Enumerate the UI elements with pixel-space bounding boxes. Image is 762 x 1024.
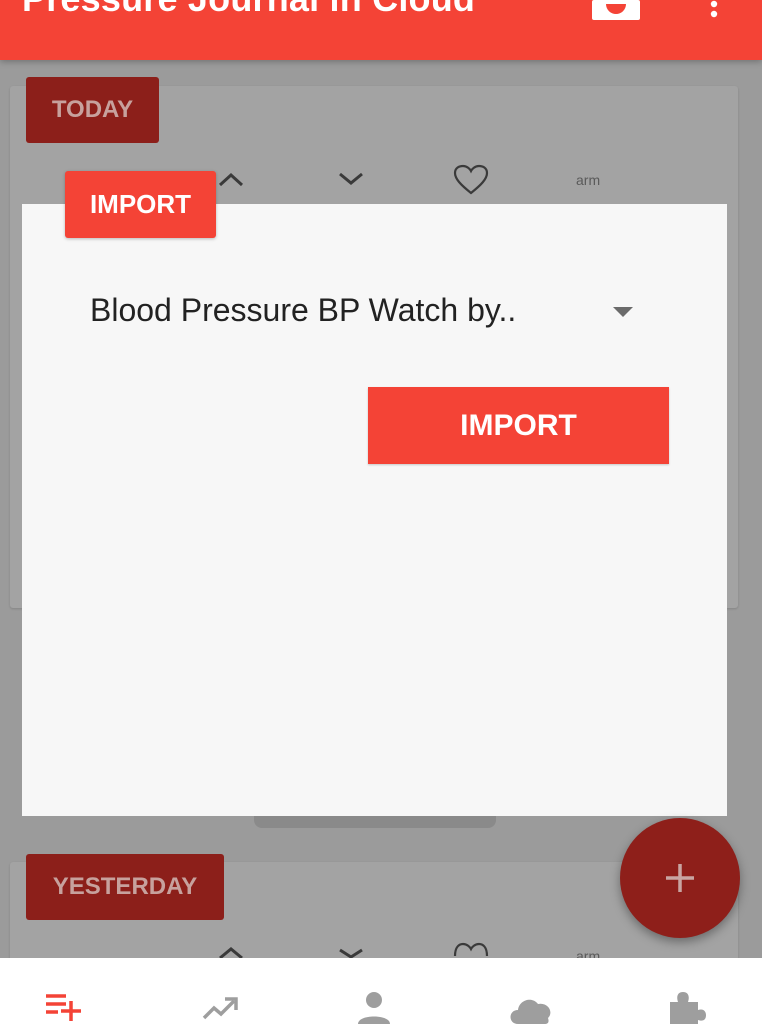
- chevron-up-icon: [219, 947, 243, 958]
- app-title: Pressure Journal in Cloud: [22, 0, 475, 20]
- app-bar: Pressure Journal in Cloud: [0, 0, 762, 60]
- selected-source: Blood Pressure BP Watch by..: [90, 292, 517, 328]
- arm-column-label: arm: [576, 172, 601, 188]
- overflow-menu-icon[interactable]: [702, 0, 726, 20]
- extension-icon[interactable]: [664, 988, 706, 1024]
- bp-cuff-icon[interactable]: [592, 0, 640, 20]
- person-icon[interactable]: [354, 988, 394, 1024]
- chevron-up-icon: [218, 172, 244, 187]
- section-chip-yesterday: YESTERDAY: [26, 854, 224, 920]
- cloud-icon[interactable]: [506, 988, 554, 1024]
- plus-icon: [666, 864, 694, 892]
- section-chip-today: TODAY: [26, 77, 159, 143]
- dropdown-arrow-icon: [613, 307, 633, 317]
- bottom-navigation: [0, 958, 762, 1024]
- chevron-down-icon: [339, 948, 363, 958]
- card-footer-pill: [254, 814, 496, 828]
- trending-up-icon[interactable]: [200, 988, 240, 1024]
- dialog-title: IMPORT: [65, 171, 216, 238]
- heart-icon: [453, 942, 489, 957]
- list-add-icon[interactable]: [44, 988, 84, 1024]
- heart-icon: [453, 164, 489, 195]
- chevron-down-icon: [339, 172, 363, 185]
- import-source-dropdown[interactable]: Blood Pressure BP Watch by..: [90, 290, 650, 338]
- add-entry-button[interactable]: [620, 818, 740, 938]
- import-button[interactable]: IMPORT: [368, 387, 669, 464]
